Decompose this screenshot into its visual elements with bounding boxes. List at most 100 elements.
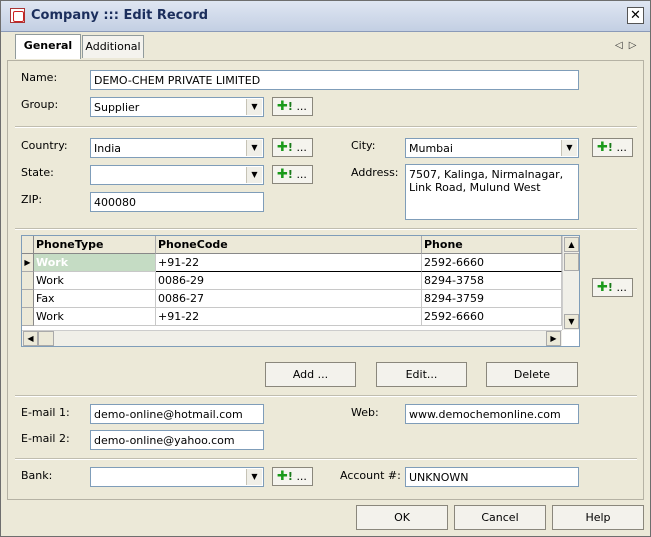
account-label: Account #: xyxy=(340,469,401,482)
web-label: Web: xyxy=(351,406,379,419)
table-cell[interactable]: 8294-3759 xyxy=(422,290,562,308)
scroll-thumb[interactable] xyxy=(38,331,54,346)
plus-icon: ✚ xyxy=(597,140,608,155)
ellipsis-label: ... xyxy=(296,470,307,483)
add-phone-button[interactable]: Add ... xyxy=(265,362,356,387)
email1-label: E-mail 1: xyxy=(21,406,70,419)
city-label: City: xyxy=(351,139,376,152)
table-cell[interactable]: 0086-27 xyxy=(156,290,422,308)
app-icon xyxy=(10,8,25,23)
name-field[interactable]: DEMO-CHEM PRIVATE LIMITED xyxy=(90,70,579,90)
state-select[interactable]: ▼ xyxy=(90,165,264,185)
address-field[interactable]: 7507, Kalinga, Nirmalnagar, Link Road, M… xyxy=(405,164,579,220)
table-cell[interactable]: Work xyxy=(34,254,156,272)
cancel-button[interactable]: Cancel xyxy=(454,505,546,530)
ellipsis-label: ... xyxy=(616,141,627,154)
tab-next-icon[interactable]: ▷ xyxy=(629,40,643,51)
column-header-phonetype[interactable]: PhoneType xyxy=(34,236,156,254)
exclamation-icon: ! xyxy=(287,141,293,154)
ok-button[interactable]: OK xyxy=(356,505,448,530)
exclamation-icon: ! xyxy=(287,100,293,113)
plus-icon: ✚ xyxy=(277,469,288,484)
group-select[interactable]: Supplier ▼ xyxy=(90,97,264,117)
tab-general[interactable]: General xyxy=(15,34,81,59)
email1-field[interactable]: demo-online@hotmail.com xyxy=(90,404,264,424)
column-header-phone[interactable]: Phone xyxy=(422,236,562,254)
chevron-down-icon[interactable]: ▼ xyxy=(246,469,262,485)
chevron-down-icon[interactable]: ▼ xyxy=(246,140,262,156)
zip-label: ZIP: xyxy=(21,193,43,206)
ellipsis-label: ... xyxy=(296,168,307,181)
table-cell[interactable]: Fax xyxy=(34,290,156,308)
add-state-button[interactable]: ✚! ... xyxy=(272,165,313,184)
row-selector[interactable] xyxy=(22,272,34,290)
address-label: Address: xyxy=(351,166,399,179)
scroll-left-icon[interactable]: ◀ xyxy=(23,331,38,346)
tab-strip: General Additional ◁▷ xyxy=(1,32,650,60)
bank-label: Bank: xyxy=(21,469,53,482)
plus-icon: ✚ xyxy=(277,99,288,114)
email2-field[interactable]: demo-online@yahoo.com xyxy=(90,430,264,450)
add-city-button[interactable]: ✚! ... xyxy=(592,138,633,157)
scroll-right-icon[interactable]: ▶ xyxy=(546,331,561,346)
exclamation-icon: ! xyxy=(607,141,613,154)
horizontal-scrollbar[interactable]: ◀ ▶ xyxy=(22,330,562,346)
dialog-footer: OK Cancel Help xyxy=(1,501,650,536)
title-bar[interactable]: Company ::: Edit Record ✕ xyxy=(1,1,650,32)
table-cell[interactable]: +91-22 xyxy=(156,254,422,272)
city-select-value: Mumbai xyxy=(409,142,453,155)
city-select[interactable]: Mumbai ▼ xyxy=(405,138,579,158)
plus-icon: ✚ xyxy=(277,140,288,155)
add-country-button[interactable]: ✚! ... xyxy=(272,138,313,157)
scroll-thumb[interactable] xyxy=(564,253,579,271)
separator xyxy=(15,458,637,460)
tab-scroll-arrows: ◁▷ xyxy=(615,40,642,51)
country-select[interactable]: India ▼ xyxy=(90,138,264,158)
separator xyxy=(15,126,637,128)
table-cell[interactable]: 2592-6660 xyxy=(422,254,562,272)
table-cell[interactable]: Work xyxy=(34,308,156,326)
scroll-down-icon[interactable]: ▼ xyxy=(564,314,579,329)
plus-icon: ✚ xyxy=(597,280,608,295)
delete-phone-button[interactable]: Delete xyxy=(486,362,578,387)
add-group-button[interactable]: ✚! ... xyxy=(272,97,313,116)
tab-prev-icon[interactable]: ◁ xyxy=(615,40,629,51)
account-field[interactable]: UNKNOWN xyxy=(405,467,579,487)
add-bank-button[interactable]: ✚! ... xyxy=(272,467,313,486)
edit-phone-button[interactable]: Edit... xyxy=(376,362,467,387)
exclamation-icon: ! xyxy=(287,470,293,483)
exclamation-icon: ! xyxy=(607,281,613,294)
chevron-down-icon[interactable]: ▼ xyxy=(246,99,262,115)
ellipsis-label: ... xyxy=(296,141,307,154)
name-label: Name: xyxy=(21,71,58,84)
web-field[interactable]: www.demochemonline.com xyxy=(405,404,579,424)
plus-icon: ✚ xyxy=(277,167,288,182)
row-selector[interactable] xyxy=(22,290,34,308)
add-phone-type-button[interactable]: ✚! ... xyxy=(592,278,633,297)
group-select-value: Supplier xyxy=(94,101,140,114)
chevron-down-icon[interactable]: ▼ xyxy=(246,167,262,183)
table-cell[interactable]: 8294-3758 xyxy=(422,272,562,290)
scroll-up-icon[interactable]: ▲ xyxy=(564,237,579,252)
table-cell[interactable]: 0086-29 xyxy=(156,272,422,290)
bank-select[interactable]: ▼ xyxy=(90,467,264,487)
close-button[interactable]: ✕ xyxy=(627,7,644,24)
table-cell[interactable]: 2592-6660 xyxy=(422,308,562,326)
separator xyxy=(15,395,637,397)
separator xyxy=(15,228,637,230)
ellipsis-label: ... xyxy=(296,100,307,113)
help-button[interactable]: Help xyxy=(552,505,644,530)
tab-additional[interactable]: Additional xyxy=(82,35,144,58)
row-selector[interactable] xyxy=(22,308,34,326)
zip-field[interactable]: 400080 xyxy=(90,192,264,212)
country-select-value: India xyxy=(94,142,121,155)
current-row-icon[interactable]: ▶ xyxy=(22,254,34,272)
table-cell[interactable]: Work xyxy=(34,272,156,290)
vertical-scrollbar[interactable]: ▲ ▼ xyxy=(562,236,579,330)
phones-grid: PhoneType PhoneCode Phone ▶ Work +91-22 … xyxy=(21,235,580,347)
table-cell[interactable]: +91-22 xyxy=(156,308,422,326)
column-header-phonecode[interactable]: PhoneCode xyxy=(156,236,422,254)
ellipsis-label: ... xyxy=(616,281,627,294)
chevron-down-icon[interactable]: ▼ xyxy=(561,140,577,156)
group-label: Group: xyxy=(21,98,59,111)
